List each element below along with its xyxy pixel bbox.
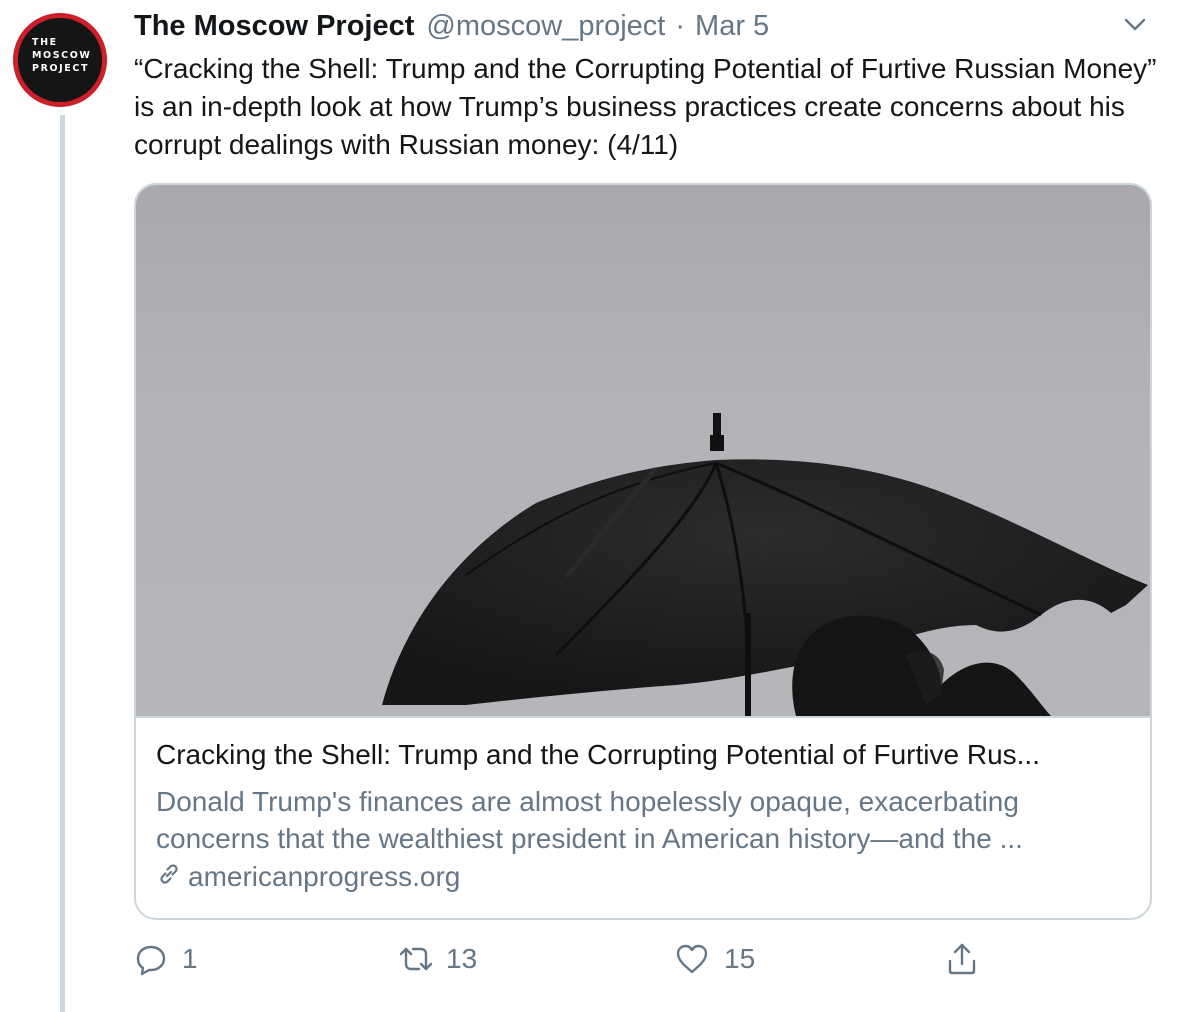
reply-button[interactable]: 1 [134,936,198,982]
card-image[interactable] [136,185,1150,718]
tweet-date[interactable]: Mar 5 [695,10,769,43]
heart-icon [674,942,710,976]
retweet-button[interactable]: 13 [396,936,477,982]
retweet-icon [396,942,436,976]
card-domain[interactable]: americanprogress.org [156,859,460,895]
link-icon [156,861,182,894]
action-bar: 1 13 15 [134,936,1134,982]
author-handle[interactable]: @moscow_project [426,10,665,43]
retweet-count: 13 [446,943,478,974]
share-icon [944,941,980,977]
tweet[interactable]: THE MOSCOW PROJECT The Moscow Project @m… [0,0,1180,1012]
umbrella-photo [382,413,1148,716]
chevron-down-icon[interactable] [1122,14,1148,34]
tweet-header: The Moscow Project @moscow_project · Mar… [134,6,769,46]
like-button[interactable]: 15 [674,936,755,982]
link-card[interactable]: Cracking the Shell: Trump and the Corrup… [134,183,1152,920]
tweet-text: “Cracking the Shell: Trump and the Corru… [134,53,1157,160]
like-count: 15 [724,943,756,974]
author-name[interactable]: The Moscow Project [134,10,414,43]
header-separator: · [675,9,686,42]
card-title[interactable]: Cracking the Shell: Trump and the Corrup… [156,737,1136,773]
avatar-logo-text: THE MOSCOW PROJECT [32,37,92,74]
reply-icon [134,942,168,976]
card-domain-text: americanprogress.org [188,861,461,892]
reply-count: 1 [182,943,198,974]
share-button[interactable] [944,936,980,982]
card-description: Donald Trump's finances are almost hopel… [156,786,1023,854]
thread-line [60,115,65,1012]
avatar[interactable]: THE MOSCOW PROJECT [14,14,106,106]
